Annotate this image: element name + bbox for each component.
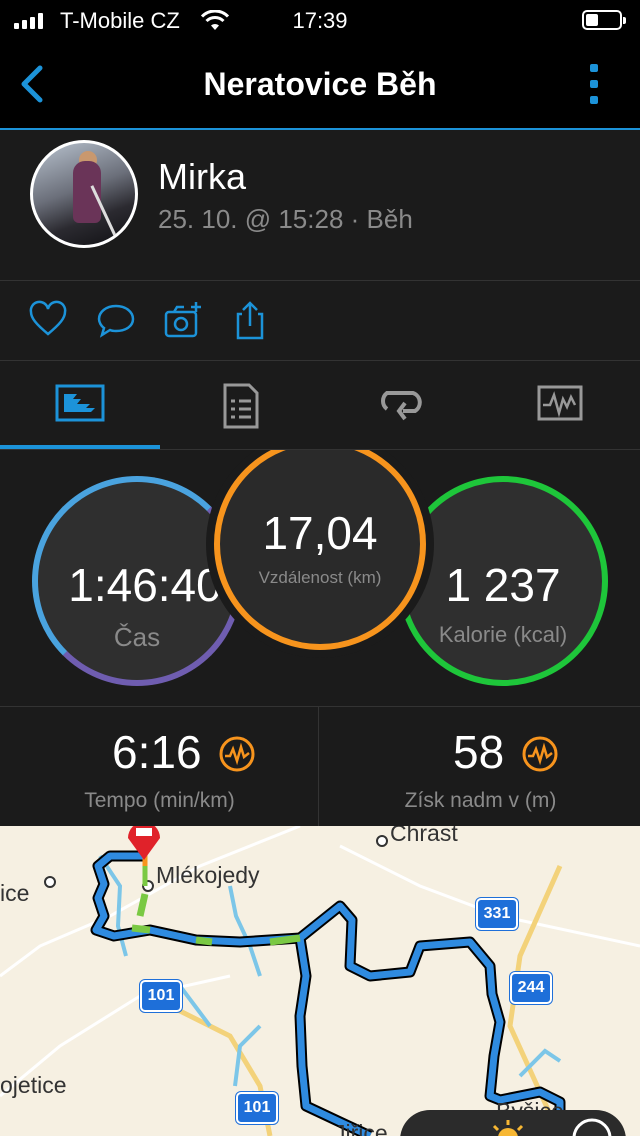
overview-icon	[55, 384, 105, 422]
road-shield: 244	[510, 972, 552, 1004]
tab-laps[interactable]	[160, 361, 320, 447]
calories-value: 1 237	[445, 559, 561, 611]
elevation-value: 58	[453, 726, 505, 778]
activity-header: Mirka 25. 10. @ 15:28 · Běh	[0, 130, 640, 281]
map-label: ojetice	[0, 1072, 67, 1098]
pace-label: Tempo (min/km)	[84, 789, 235, 812]
start-pin-icon[interactable]	[122, 826, 166, 862]
distance-label: Vzdálenost (km)	[258, 568, 382, 587]
stats-row: 6:16 Tempo (min/km) 58 Získ nadm v (m)	[0, 706, 640, 827]
road-shield: 101	[140, 980, 182, 1012]
chart-wave-icon[interactable]	[218, 735, 256, 773]
battery-icon	[582, 10, 626, 30]
add-photo-icon[interactable]	[163, 300, 203, 340]
pace-stat: 6:16 Tempo (min/km)	[0, 707, 319, 827]
map-label: ice	[0, 880, 30, 906]
map-label: Mlékojedy	[156, 862, 260, 888]
time-label: Čas	[113, 622, 161, 652]
map-label: Jiřice	[334, 1120, 388, 1136]
action-bar	[0, 280, 640, 361]
time-ring: 1:46:40 Čas	[32, 476, 242, 686]
tab-repeat[interactable]	[320, 361, 480, 447]
heart-icon[interactable]	[28, 300, 68, 340]
user-name: Mirka	[158, 156, 246, 197]
sun-icon	[492, 1120, 524, 1136]
calories-label: Kalorie (kcal)	[438, 622, 568, 647]
status-time: 17:39	[292, 8, 348, 33]
more-options-icon[interactable]	[590, 64, 600, 108]
activity-meta: 25. 10. @ 15:28 · Běh	[158, 204, 413, 234]
nav-bar: Neratovice Běh	[0, 44, 640, 130]
pace-value: 6:16	[112, 726, 202, 778]
elevation-stat: 58 Získ nadm v (m)	[321, 707, 640, 827]
repeat-icon	[381, 391, 422, 421]
chart-monitor-icon	[537, 385, 583, 421]
distance-ring: 17,04 Vzdálenost (km)	[214, 450, 426, 650]
summary-circles: 1:46:40 Čas 1 237 Kalorie (kcal) 17,04 V…	[0, 450, 640, 705]
tab-overview[interactable]	[0, 361, 160, 449]
locate-icon[interactable]	[570, 1116, 614, 1136]
map-controls[interactable]	[400, 1110, 626, 1136]
calories-ring: 1 237 Kalorie (kcal)	[398, 476, 608, 686]
map-label: Chrast	[390, 826, 458, 846]
status-bar: T-Mobile CZ 17:39	[0, 0, 640, 44]
chart-wave-icon[interactable]	[521, 735, 559, 773]
document-list-icon	[223, 383, 259, 429]
road-shield: 101	[236, 1092, 278, 1124]
share-icon[interactable]	[230, 300, 270, 340]
avatar[interactable]	[30, 140, 138, 248]
road-shield: 331	[476, 898, 518, 930]
route-map[interactable]: Chrast Mlékojedy ice ojetice Jiřice Byši…	[0, 826, 640, 1136]
page-title: Neratovice Běh	[203, 66, 437, 102]
elevation-label: Získ nadm v (m)	[404, 789, 557, 812]
tab-charts[interactable]	[480, 361, 640, 447]
distance-value: 17,04	[262, 507, 378, 559]
activity-tabs	[0, 361, 640, 450]
stats-divider	[318, 707, 319, 827]
time-value: 1:46:40	[68, 559, 222, 611]
comment-icon[interactable]	[96, 300, 136, 340]
